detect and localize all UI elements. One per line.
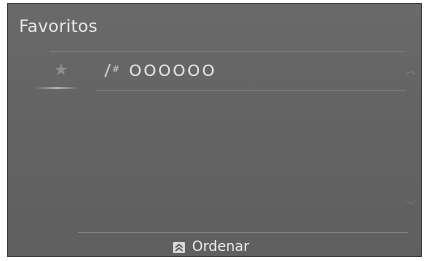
favorite-label: OOOOOO [129, 61, 217, 80]
scroll-up-icon[interactable]: ︿ [405, 66, 417, 78]
list-item[interactable]: ★ # OOOOOO [8, 57, 408, 93]
footer-divider [78, 232, 408, 233]
scroll-down-icon[interactable]: ﹀ [405, 201, 417, 213]
page-title: Favoritos [19, 17, 98, 37]
title-divider [50, 51, 405, 52]
star-underline [35, 87, 79, 89]
favorites-screen: Favoritos ★ # OOOOOO ︿ ﹀ Ordenar [7, 3, 422, 257]
svg-text:#: # [112, 65, 120, 75]
sort-label: Ordenar [192, 239, 250, 255]
star-icon[interactable]: ★ [51, 60, 71, 80]
row-divider [96, 90, 406, 91]
double-chevron-up-icon [173, 241, 185, 253]
sort-button[interactable]: Ordenar [173, 238, 249, 256]
phone-contact-icon: # [103, 61, 127, 79]
